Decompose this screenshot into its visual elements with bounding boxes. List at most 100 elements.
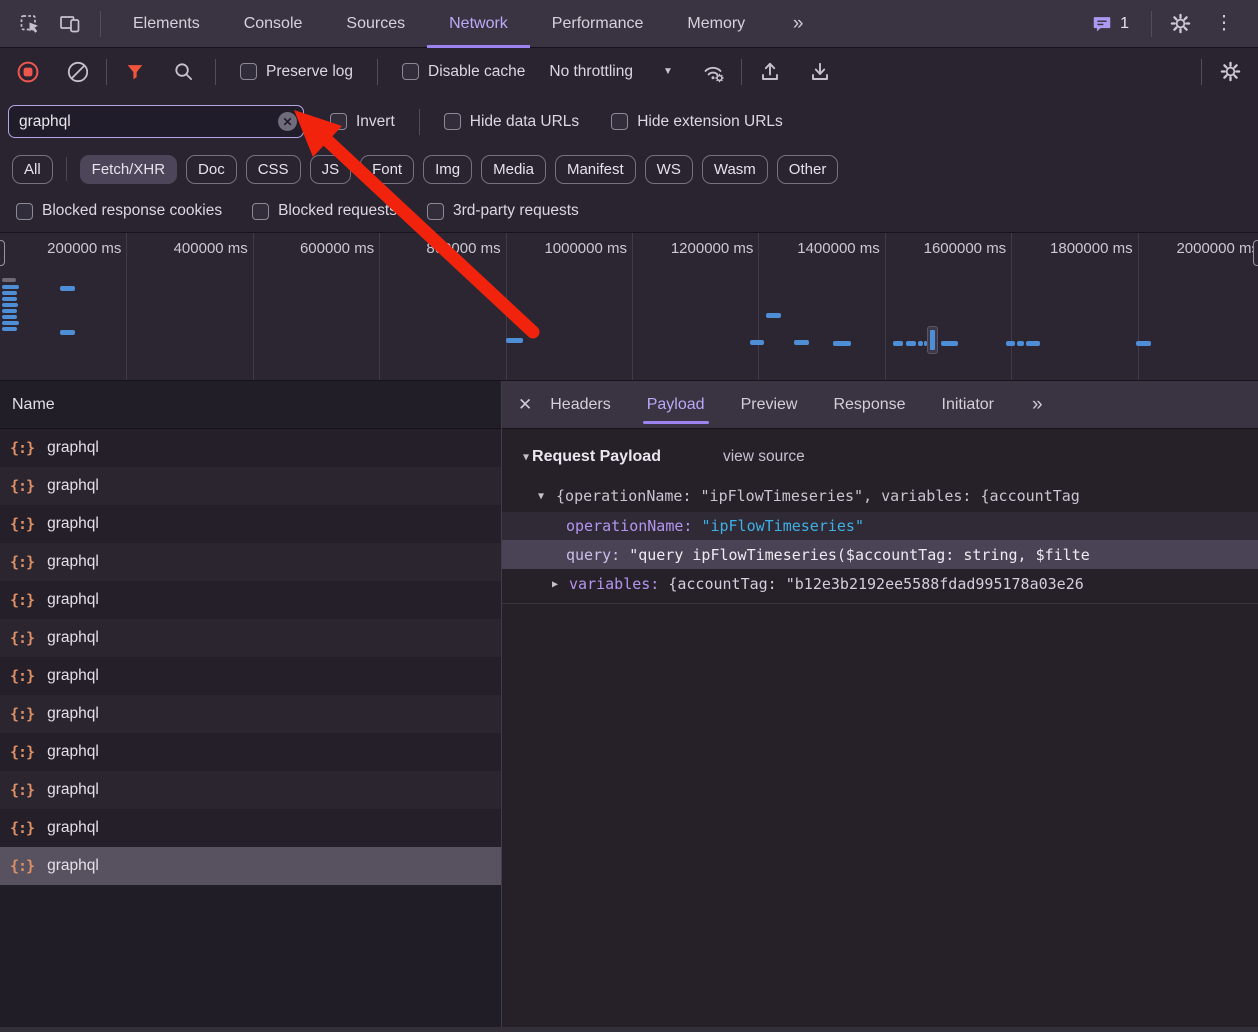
- request-timing-bar[interactable]: [766, 313, 781, 318]
- tab-network[interactable]: Network: [427, 0, 530, 48]
- chip-wasm[interactable]: Wasm: [702, 155, 768, 184]
- chip-fetchxhr[interactable]: Fetch/XHR: [80, 155, 177, 184]
- selected-request-marker[interactable]: [927, 326, 938, 354]
- search-icon[interactable]: [165, 56, 201, 88]
- request-timing-bar[interactable]: [2, 278, 16, 282]
- request-timing-bar[interactable]: [1026, 341, 1040, 346]
- request-row[interactable]: {:}graphql: [0, 733, 501, 771]
- disable-cache-checkbox[interactable]: [402, 63, 419, 80]
- payload-variables-row[interactable]: ▶ variables: {accountTag: "b12e3b2192ee5…: [502, 569, 1258, 604]
- blocked-requests-checkbox[interactable]: [252, 203, 269, 220]
- preserve-log-checkbox[interactable]: [240, 63, 257, 80]
- request-timing-bar[interactable]: [750, 340, 764, 345]
- payload-operation-row[interactable]: operationName: "ipFlowTimeseries": [502, 512, 1258, 540]
- chip-other[interactable]: Other: [777, 155, 839, 184]
- request-timing-bar[interactable]: [2, 321, 19, 325]
- details-tab-preview[interactable]: Preview: [741, 381, 798, 429]
- tab-console[interactable]: Console: [222, 0, 325, 48]
- hide-extension-urls-checkbox[interactable]: [611, 113, 628, 130]
- request-row[interactable]: {:}graphql: [0, 847, 501, 885]
- request-timing-bar[interactable]: [906, 341, 916, 346]
- request-timing-bar[interactable]: [2, 291, 17, 295]
- request-row[interactable]: {:}graphql: [0, 619, 501, 657]
- chip-ws[interactable]: WS: [645, 155, 693, 184]
- request-row[interactable]: {:}graphql: [0, 581, 501, 619]
- tab-sources[interactable]: Sources: [324, 0, 427, 48]
- tab-elements[interactable]: Elements: [111, 0, 222, 48]
- name-column-header[interactable]: Name: [0, 381, 501, 429]
- overview-left-handle[interactable]: [0, 240, 5, 266]
- request-row[interactable]: {:}graphql: [0, 809, 501, 847]
- request-row[interactable]: {:}graphql: [0, 467, 501, 505]
- view-source-link[interactable]: view source: [723, 448, 805, 466]
- device-toolbar-icon[interactable]: [50, 7, 90, 41]
- export-har-icon[interactable]: [802, 56, 838, 88]
- request-timing-bar[interactable]: [2, 285, 19, 289]
- request-timing-bar[interactable]: [1136, 341, 1151, 346]
- request-timing-bar[interactable]: [2, 327, 17, 331]
- request-row[interactable]: {:}graphql: [0, 695, 501, 733]
- request-row[interactable]: {:}graphql: [0, 657, 501, 695]
- overview-right-handle[interactable]: [1253, 240, 1258, 266]
- request-row[interactable]: {:}graphql: [0, 505, 501, 543]
- details-tab-initiator[interactable]: Initiator: [942, 381, 994, 429]
- bottom-scrollbar-track[interactable]: [0, 1027, 1258, 1032]
- clear-network-log-icon[interactable]: [60, 56, 96, 88]
- request-timing-bar[interactable]: [941, 341, 958, 346]
- kebab-menu-icon[interactable]: ⋮: [1198, 7, 1258, 41]
- inspect-element-icon[interactable]: [10, 7, 50, 41]
- tab-memory[interactable]: Memory: [665, 0, 767, 48]
- request-timing-bar[interactable]: [2, 297, 17, 301]
- import-har-icon[interactable]: [752, 56, 788, 88]
- more-tabs-icon[interactable]: »: [767, 7, 827, 41]
- chip-doc[interactable]: Doc: [186, 155, 237, 184]
- request-timing-bar[interactable]: [60, 330, 75, 335]
- request-timing-bar[interactable]: [893, 341, 903, 346]
- request-timing-bar[interactable]: [918, 341, 923, 346]
- network-overview-timeline[interactable]: 200000 ms400000 ms600000 ms800000 ms1000…: [0, 232, 1258, 381]
- request-row[interactable]: {:}graphql: [0, 429, 501, 467]
- third-party-requests-checkbox[interactable]: [427, 203, 444, 220]
- request-row[interactable]: {:}graphql: [0, 543, 501, 581]
- chip-all[interactable]: All: [12, 155, 53, 184]
- issues-badge[interactable]: 1: [1091, 13, 1129, 35]
- collapse-section-icon[interactable]: ▼: [523, 452, 529, 463]
- expander-icon[interactable]: ▶: [552, 579, 558, 590]
- chip-media[interactable]: Media: [481, 155, 546, 184]
- request-timing-bar[interactable]: [2, 303, 18, 307]
- payload-root-node[interactable]: ▼ {operationName: "ipFlowTimeseries", va…: [502, 482, 1258, 510]
- hide-data-urls-checkbox[interactable]: [444, 113, 461, 130]
- request-timing-bar[interactable]: [2, 315, 17, 319]
- request-timing-bar[interactable]: [1006, 341, 1015, 346]
- network-settings-gear-icon[interactable]: [1212, 56, 1248, 88]
- invert-checkbox[interactable]: [330, 113, 347, 130]
- request-timing-bar[interactable]: [833, 341, 851, 346]
- request-timing-bar[interactable]: [506, 338, 523, 343]
- chip-img[interactable]: Img: [423, 155, 472, 184]
- details-tab-response[interactable]: Response: [833, 381, 905, 429]
- throttling-select[interactable]: No throttling ▼: [549, 63, 672, 81]
- clear-filter-icon[interactable]: ✕: [278, 112, 297, 131]
- filter-input[interactable]: [8, 105, 304, 138]
- chip-css[interactable]: CSS: [246, 155, 301, 184]
- request-timing-bar[interactable]: [2, 309, 17, 313]
- payload-query-row-selected[interactable]: query: "query ipFlowTimeseries($accountT…: [502, 540, 1258, 569]
- request-timing-bar[interactable]: [1017, 341, 1024, 346]
- network-conditions-icon[interactable]: [695, 56, 731, 88]
- tab-performance[interactable]: Performance: [530, 0, 666, 48]
- expander-icon[interactable]: ▼: [538, 491, 544, 502]
- chip-js[interactable]: JS: [310, 155, 352, 184]
- close-details-icon[interactable]: ✕: [502, 395, 550, 415]
- record-network-log-icon[interactable]: [10, 56, 46, 88]
- details-tab-payload[interactable]: Payload: [647, 381, 705, 429]
- blocked-response-cookies-checkbox[interactable]: [16, 203, 33, 220]
- request-row[interactable]: {:}graphql: [0, 771, 501, 809]
- details-more-tabs-icon[interactable]: »: [1032, 394, 1041, 416]
- details-tab-headers[interactable]: Headers: [550, 381, 610, 429]
- request-timing-bar[interactable]: [794, 340, 809, 345]
- chip-font[interactable]: Font: [360, 155, 414, 184]
- filter-funnel-icon[interactable]: [117, 56, 153, 88]
- chip-manifest[interactable]: Manifest: [555, 155, 636, 184]
- settings-gear-icon[interactable]: [1162, 7, 1198, 41]
- request-timing-bar[interactable]: [60, 286, 75, 291]
